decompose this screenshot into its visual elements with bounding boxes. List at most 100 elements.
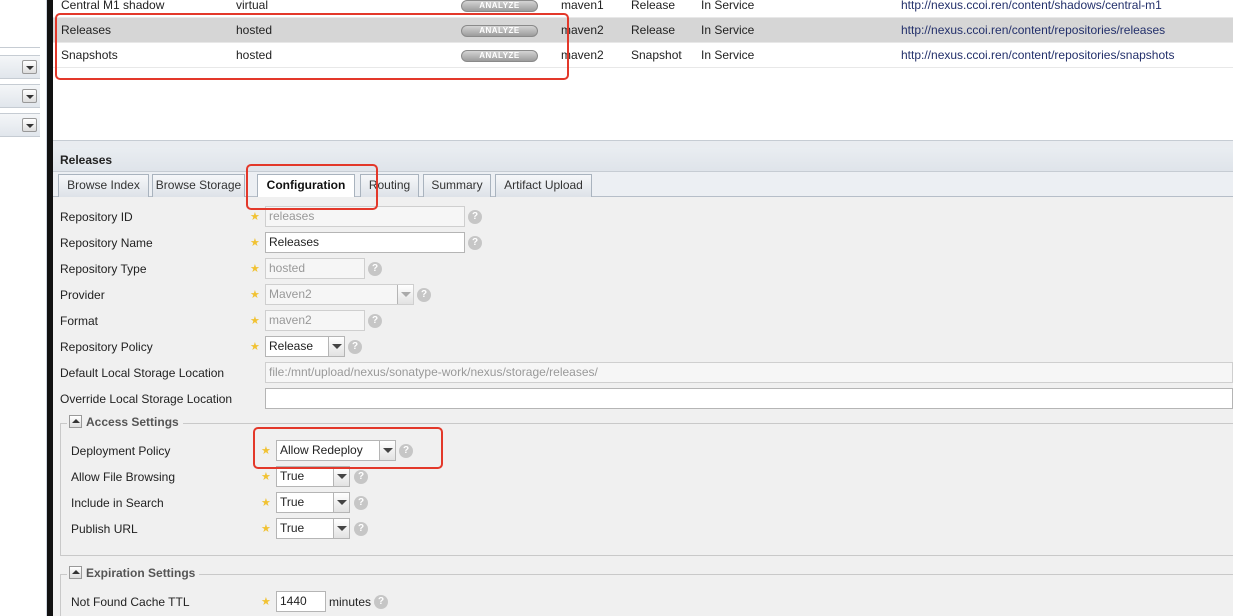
help-icon[interactable]: ?	[354, 470, 368, 484]
repository-name-label: Repository Name	[60, 236, 153, 250]
tab-browse-storage[interactable]: Browse Storage	[152, 174, 245, 197]
help-icon[interactable]: ?	[354, 522, 368, 536]
allow-file-browsing-value: True	[280, 469, 305, 483]
chevron-down-icon[interactable]	[333, 493, 349, 512]
not-found-cache-ttl-label: Not Found Cache TTL	[71, 595, 190, 609]
sidebar-section-1[interactable]	[0, 55, 40, 79]
help-icon[interactable]: ?	[368, 314, 382, 328]
required-star-icon: ★	[250, 341, 260, 353]
include-in-search-select[interactable]: True	[276, 492, 350, 513]
sidebar-section-2[interactable]	[0, 84, 40, 108]
chevron-down-icon[interactable]	[22, 60, 37, 74]
help-icon[interactable]: ?	[468, 236, 482, 250]
chevron-down-icon[interactable]	[22, 89, 37, 103]
chevron-down-icon[interactable]	[333, 467, 349, 486]
minutes-unit-label: minutes	[329, 595, 372, 609]
deployment-policy-label: Deployment Policy	[71, 444, 171, 458]
repo-status: In Service	[701, 0, 755, 12]
tab-artifact-upload[interactable]: Artifact Upload	[495, 174, 592, 197]
expiration-settings-legend[interactable]: Expiration Settings	[67, 566, 200, 581]
expiration-settings-fieldset	[60, 574, 1233, 616]
panel-header: Releases	[53, 148, 1233, 172]
tab-configuration[interactable]: Configuration	[257, 174, 355, 198]
not-found-cache-ttl-field[interactable]: 1440	[276, 591, 326, 612]
override-storage-label: Override Local Storage Location	[60, 392, 233, 406]
table-row[interactable]: Releases hosted ANALYZE maven2 Release I…	[53, 18, 1233, 43]
required-star-icon: ★	[250, 237, 260, 249]
access-settings-fieldset	[60, 423, 1233, 556]
chevron-down-icon[interactable]	[379, 441, 395, 460]
access-settings-legend[interactable]: Access Settings	[67, 415, 183, 430]
help-icon[interactable]: ?	[399, 444, 413, 458]
tab-summary[interactable]: Summary	[423, 174, 491, 197]
repo-url[interactable]: http://nexus.ccoi.ren/content/shadows/ce…	[901, 0, 1162, 12]
repository-type-label: Repository Type	[60, 262, 147, 276]
table-row[interactable]: Snapshots hosted ANALYZE maven2 Snapshot…	[53, 43, 1233, 68]
repo-name: Releases	[61, 23, 112, 37]
default-storage-label: Default Local Storage Location	[60, 366, 225, 380]
repo-status: In Service	[701, 48, 755, 62]
required-star-icon: ★	[261, 596, 271, 608]
analyze-button[interactable]: ANALYZE	[461, 50, 538, 62]
sidebar-divider	[0, 47, 40, 48]
include-in-search-value: True	[280, 495, 305, 509]
chevron-down-icon	[397, 285, 413, 304]
repo-policy: Release	[631, 0, 676, 12]
panel-splitter[interactable]	[53, 140, 1233, 148]
required-star-icon: ★	[250, 263, 260, 275]
format-label: Format	[60, 314, 99, 328]
repository-name-field[interactable]: Releases	[265, 232, 465, 253]
analyze-button[interactable]: ANALYZE	[461, 25, 538, 37]
provider-label: Provider	[60, 288, 105, 302]
repo-url[interactable]: http://nexus.ccoi.ren/content/repositori…	[901, 48, 1175, 62]
repo-format: maven1	[561, 0, 604, 12]
chevron-down-icon[interactable]	[22, 118, 37, 132]
repository-policy-select[interactable]: Release	[265, 336, 345, 357]
required-star-icon: ★	[261, 445, 271, 457]
required-star-icon: ★	[261, 497, 271, 509]
tab-routing[interactable]: Routing	[360, 174, 419, 197]
repo-url[interactable]: http://nexus.ccoi.ren/content/repositori…	[901, 23, 1165, 37]
repo-format: maven2	[561, 23, 604, 37]
tab-browse-index[interactable]: Browse Index	[58, 174, 149, 197]
help-icon[interactable]: ?	[417, 288, 431, 302]
repository-policy-label: Repository Policy	[60, 340, 153, 354]
deployment-policy-value: Allow Redeploy	[280, 443, 363, 457]
repository-id-label: Repository ID	[60, 210, 133, 224]
allow-file-browsing-select[interactable]: True	[276, 466, 350, 487]
collapse-icon[interactable]	[69, 566, 82, 580]
deployment-policy-select[interactable]: Allow Redeploy	[276, 440, 396, 461]
repo-name: Snapshots	[61, 48, 118, 62]
help-icon[interactable]: ?	[348, 340, 362, 354]
override-storage-field[interactable]	[265, 388, 1233, 409]
publish-url-select[interactable]: True	[276, 518, 350, 539]
chevron-down-icon[interactable]	[328, 337, 344, 356]
required-star-icon: ★	[250, 289, 260, 301]
format-field: maven2	[265, 310, 365, 331]
repo-type: hosted	[236, 48, 273, 62]
repository-policy-value: Release	[269, 339, 314, 353]
expiration-settings-title: Expiration Settings	[86, 566, 196, 580]
analyze-button[interactable]: ANALYZE	[461, 0, 538, 12]
publish-url-value: True	[280, 521, 305, 535]
help-icon[interactable]: ?	[468, 210, 482, 224]
configuration-form: Repository ID ★ releases ? Repository Na…	[53, 197, 1233, 616]
help-icon[interactable]: ?	[354, 496, 368, 510]
repository-grid: Central M1 shadow virtual ANALYZE maven1…	[53, 0, 1233, 142]
help-icon[interactable]: ?	[368, 262, 382, 276]
help-icon[interactable]: ?	[374, 595, 388, 609]
table-row[interactable]: Central M1 shadow virtual ANALYZE maven1…	[53, 0, 1233, 18]
repo-format: maven2	[561, 48, 604, 62]
required-star-icon: ★	[250, 315, 260, 327]
allow-file-browsing-label: Allow File Browsing	[71, 470, 176, 484]
provider-value: Maven2	[269, 287, 312, 301]
collapse-icon[interactable]	[69, 415, 82, 429]
panel-title: Releases	[60, 153, 113, 167]
include-in-search-label: Include in Search	[71, 496, 164, 510]
repository-type-field: hosted	[265, 258, 365, 279]
repo-type: hosted	[236, 23, 273, 37]
chevron-down-icon[interactable]	[333, 519, 349, 538]
repo-status: In Service	[701, 23, 755, 37]
sidebar-section-3[interactable]	[0, 113, 40, 137]
tab-strip: Browse Index Browse Storage Configuratio…	[53, 172, 1233, 198]
